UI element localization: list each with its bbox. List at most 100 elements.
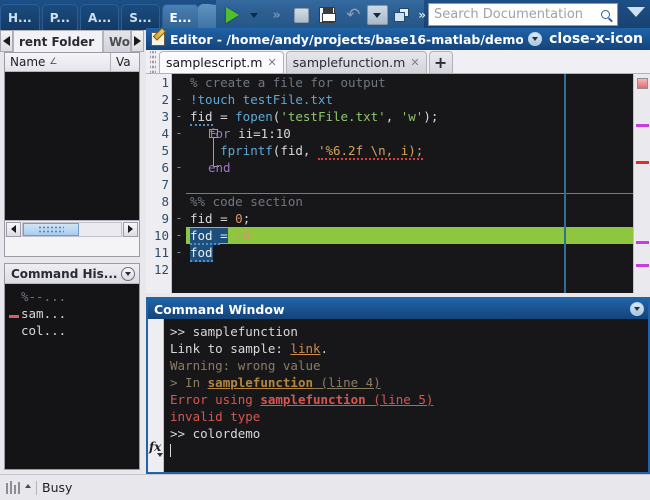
list-item[interactable]: sam... — [5, 305, 139, 322]
output-text: Warning: wrong value — [170, 358, 321, 373]
ribbon-tab-shortcuts[interactable]: S... — [121, 4, 160, 30]
hscroll-thumb[interactable] — [23, 222, 79, 236]
line-number: 7 — [161, 177, 169, 192]
tab-label: Wo — [109, 34, 131, 49]
code-token-fprintf: fprintf — [220, 143, 273, 158]
new-tab-button[interactable]: + — [428, 51, 453, 73]
list-item[interactable]: %--... — [5, 288, 139, 305]
output-hyperlink[interactable]: (line 5) — [366, 392, 433, 407]
tab-workspace[interactable]: Wo — [103, 30, 131, 52]
column-limit-marker — [564, 74, 566, 293]
breakpoint-mark[interactable] — [172, 142, 186, 159]
column-header-label: Name — [10, 55, 46, 69]
list-item[interactable]: col... — [5, 322, 139, 339]
command-window-output[interactable]: >> samplefunction Link to sample: link. Wa… — [164, 319, 648, 472]
editor-breakpoint-gutter[interactable]: - - - - - - - — [172, 74, 186, 293]
editor-title-bar: Editor - /home/andy/projects/base16-matl… — [146, 28, 650, 50]
stop-button[interactable] — [289, 3, 314, 27]
tab-current-folder[interactable]: rent Folder — [13, 30, 103, 52]
breakpoint-mark[interactable]: - — [172, 227, 186, 244]
code-text: ii=1:10 — [230, 126, 291, 141]
editor-scrollbar[interactable] — [633, 74, 650, 293]
busy-dropdown-icon[interactable] — [25, 484, 31, 488]
left-tabs-scroll-right[interactable] — [131, 30, 144, 52]
command-window-header: Command Window — [148, 299, 648, 319]
tabstrip-grip-handle[interactable] — [150, 51, 156, 73]
panel-menu-icon[interactable] — [630, 302, 644, 316]
output-text: Link to sample: — [170, 341, 291, 356]
scrollbar-error-indicator[interactable] — [637, 78, 648, 89]
command-history-list[interactable]: %--... sam... col... — [5, 284, 139, 469]
breakpoint-mark[interactable] — [172, 74, 186, 91]
current-folder-file-list[interactable] — [5, 72, 139, 220]
scrollbar-marker[interactable] — [636, 264, 649, 267]
stop-square-icon — [293, 7, 309, 23]
run-button[interactable] — [220, 3, 245, 27]
command-prompt-line[interactable] — [170, 442, 648, 459]
panel-menu-icon[interactable] — [528, 32, 543, 46]
line-number: 3 — [161, 109, 169, 124]
scrollbar-marker[interactable] — [636, 241, 649, 244]
ribbon-tab-apps[interactable]: A... — [80, 4, 120, 30]
toolbar-overflow-button[interactable]: » — [418, 8, 426, 22]
column-header-name[interactable]: Name ∠ — [5, 52, 111, 72]
current-folder-hscrollbar[interactable] — [5, 220, 139, 237]
breakpoint-mark[interactable] — [172, 193, 186, 210]
output-hyperlink[interactable]: (line 4) — [313, 375, 381, 390]
left-tabs-scroll-left[interactable] — [0, 30, 13, 52]
ribbon-collapse-icon[interactable] — [627, 7, 645, 17]
ribbon-tab-home[interactable]: H... — [0, 4, 40, 30]
hscroll-track[interactable] — [22, 221, 122, 237]
editor-code-area[interactable]: − % create a file for output !touch test… — [186, 74, 633, 293]
ribbon-tab-label: A... — [88, 10, 112, 25]
breakpoint-mark[interactable]: - — [172, 210, 186, 227]
editor-tab-label: samplefunction.m — [292, 55, 406, 70]
command-window-title: Command Window — [154, 301, 285, 317]
editor-tab-samplefunction[interactable]: samplefunction.m ✕ — [285, 51, 427, 73]
run-advance-button[interactable]: » — [263, 3, 288, 27]
editor-tab-samplescript[interactable]: samplescript.m ✕ — [159, 51, 284, 73]
hscroll-right-arrow-icon[interactable] — [123, 221, 138, 237]
run-dropdown-button[interactable] — [246, 3, 261, 27]
breakpoint-mark[interactable]: - — [172, 108, 186, 125]
output-hyperlink[interactable]: link — [290, 341, 320, 356]
status-separator — [36, 480, 37, 495]
ribbon-tab-label: H... — [8, 10, 32, 25]
breakpoint-mark[interactable]: - — [172, 244, 186, 261]
layout-button[interactable] — [389, 3, 414, 27]
undo-button[interactable]: ↶ — [341, 3, 366, 27]
editor-line-number-gutter: 1 2 3 4 5 6 7 8 9 10 11 12 — [146, 74, 172, 293]
output-text: > In — [170, 375, 208, 390]
search-documentation-field[interactable]: Search Documentation — [428, 3, 618, 26]
fx-icon[interactable]: fx — [149, 440, 161, 454]
tab-label: rent Folder — [19, 34, 95, 49]
command-history-header: Command His... — [5, 264, 139, 284]
hscroll-left-arrow-icon[interactable] — [6, 221, 21, 237]
breakpoint-mark[interactable] — [172, 261, 186, 278]
breakpoint-mark[interactable]: - — [172, 125, 186, 142]
output-text: colordemo — [192, 426, 261, 441]
fx-dropdown-icon[interactable] — [157, 453, 163, 457]
output-line: Warning: wrong value — [170, 357, 648, 374]
output-hyperlink[interactable]: samplefunction — [260, 392, 365, 407]
ribbon-tab-editor[interactable]: E... — [161, 4, 200, 30]
close-icon[interactable]: ✕ — [410, 56, 419, 69]
save-button[interactable] — [315, 3, 340, 27]
status-text: Busy — [42, 480, 73, 495]
breakpoint-mark[interactable]: - — [172, 91, 186, 108]
scrollbar-marker[interactable] — [636, 124, 649, 127]
code-token-fopen: fopen — [235, 109, 273, 124]
panel-menu-icon[interactable] — [121, 266, 135, 281]
undo-dropdown-button[interactable] — [366, 5, 389, 25]
line-number: 2 — [161, 92, 169, 107]
column-header-value[interactable]: Va — [111, 53, 139, 72]
breakpoint-mark[interactable]: - — [172, 159, 186, 176]
ribbon-tab-plots[interactable]: P... — [41, 4, 78, 30]
scrollbar-marker[interactable] — [636, 161, 649, 164]
breakpoint-mark[interactable] — [172, 176, 186, 193]
line-number: 8 — [161, 194, 169, 209]
output-hyperlink[interactable]: samplefunction — [208, 375, 313, 390]
output-line: > In samplefunction (line 4) — [170, 374, 648, 391]
close-x-icon[interactable]: close-x-icon — [547, 32, 645, 46]
close-icon[interactable]: ✕ — [267, 56, 276, 69]
